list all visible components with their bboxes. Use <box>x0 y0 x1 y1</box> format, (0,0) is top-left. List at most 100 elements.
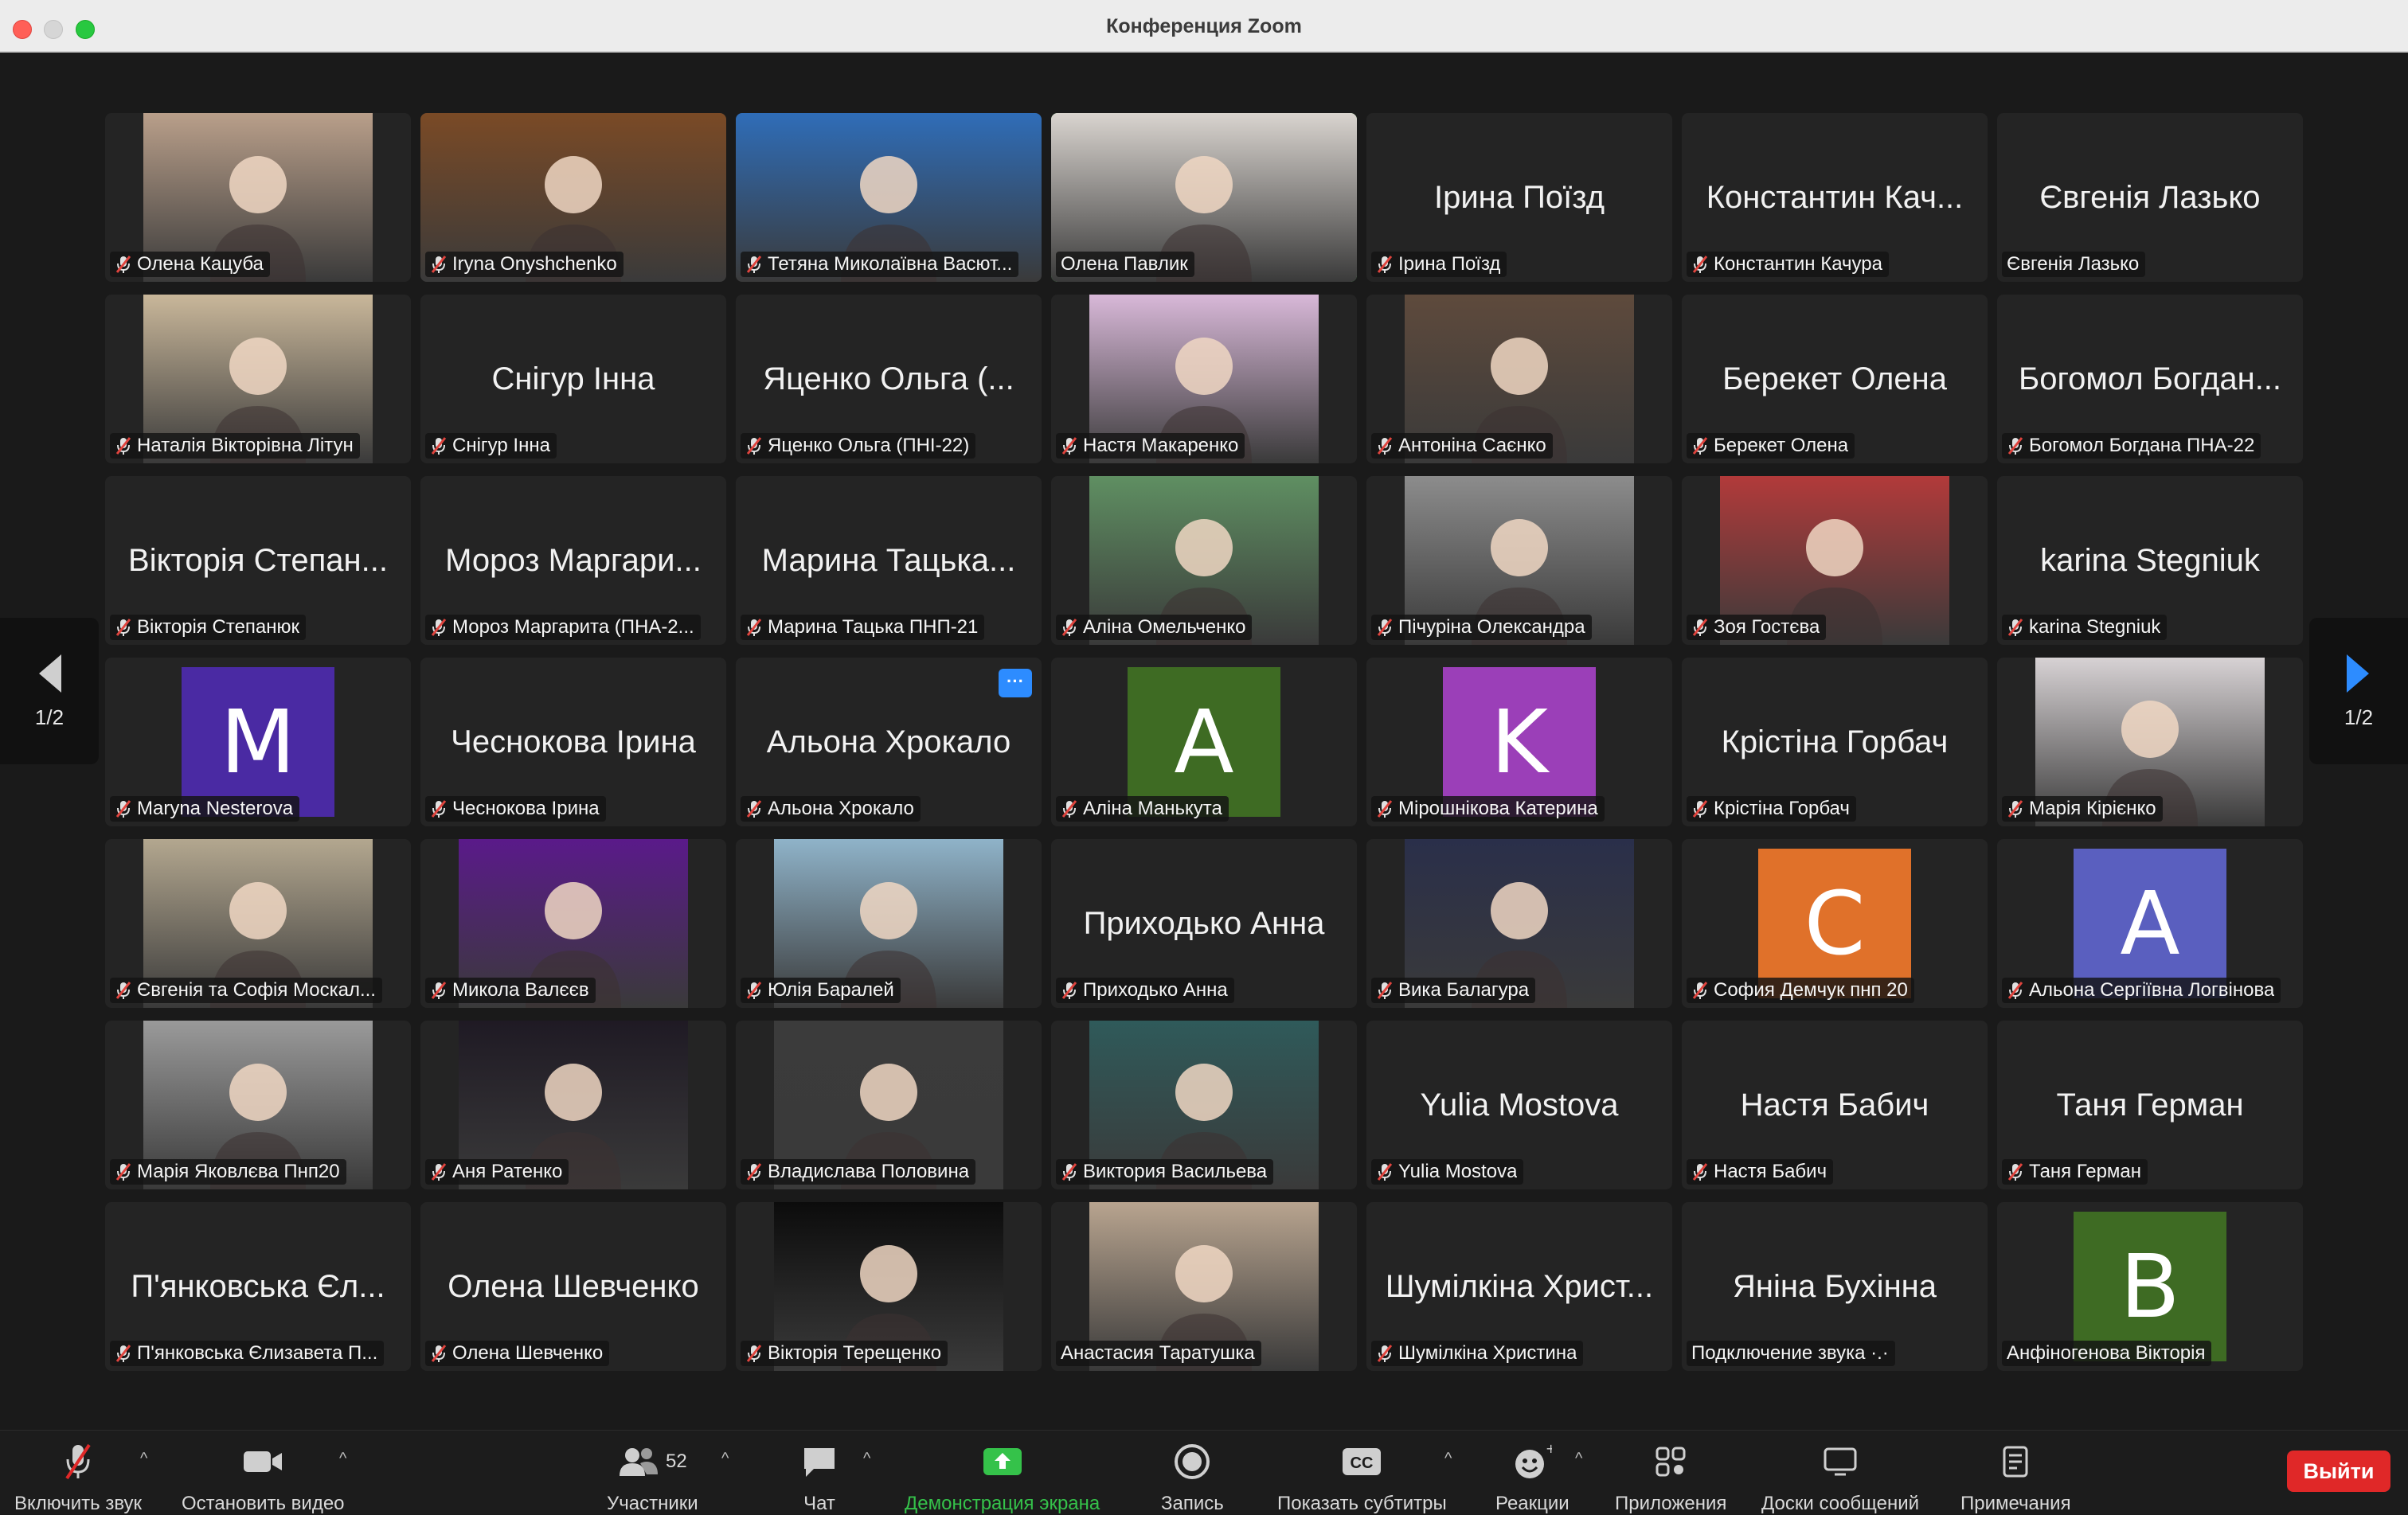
notes-icon <box>2003 1446 2028 1478</box>
microphone-muted-icon <box>1061 982 1077 999</box>
participant-name-text: Марія Яковлєва Пнп20 <box>137 1161 340 1182</box>
participant-tile[interactable]: Виктория Васильева <box>1051 1021 1357 1189</box>
participant-name-label: Юлія Баралей <box>741 978 901 1003</box>
apps-button[interactable]: Приложения <box>1615 1442 1726 1515</box>
participant-tile[interactable]: Олена Кацуба <box>105 113 411 282</box>
participant-tile[interactable]: Аня Ратенко <box>420 1021 726 1189</box>
chat-button[interactable]: Чат <box>801 1442 838 1515</box>
page-indicator-left: 1/2 <box>34 705 64 729</box>
participant-tile[interactable]: Шумілкіна Христ... Шумілкіна Христина <box>1366 1202 1672 1371</box>
participant-tile[interactable]: Владислава Половина <box>736 1021 1042 1189</box>
participant-tile[interactable]: M Maryna Nesterova <box>105 658 411 826</box>
reactions-button[interactable]: + Реакции <box>1495 1442 1570 1515</box>
captions-options-caret-icon[interactable]: ^ <box>1444 1450 1452 1468</box>
participant-tile[interactable]: Вікторія Степан... Вікторія Степанюк <box>105 476 411 645</box>
participant-tile[interactable]: Наталія Вікторівна Літун <box>105 295 411 463</box>
participant-tile[interactable]: Снігур Інна Снігур Інна <box>420 295 726 463</box>
participant-tile[interactable]: K Мірошнікова Катерина <box>1366 658 1672 826</box>
leave-meeting-button[interactable]: Выйти <box>2287 1451 2390 1492</box>
participant-tile[interactable]: Микола Валєєв <box>420 839 726 1008</box>
share-screen-button[interactable]: Демонстрация экрана <box>905 1442 1100 1515</box>
participant-tile[interactable]: Богомол Богдан... Богомол Богдана ПНА-22 <box>1997 295 2303 463</box>
participant-tile[interactable]: Пічуріна Олександра <box>1366 476 1672 645</box>
more-options-button[interactable]: ··· <box>999 669 1032 697</box>
whiteboards-button[interactable]: Доски сообщений <box>1761 1442 1919 1515</box>
participant-tile[interactable]: Ірина Поїзд Ірина Поїзд <box>1366 113 1672 282</box>
participant-tile[interactable]: Константин Кач... Константин Качура <box>1682 113 1988 282</box>
chat-options-caret-icon[interactable]: ^ <box>863 1450 870 1468</box>
microphone-muted-icon <box>431 800 447 818</box>
participant-name-text: Анастасия Таратушка <box>1061 1342 1255 1364</box>
participant-tile[interactable]: Анастасия Таратушка <box>1051 1202 1357 1371</box>
whiteboard-icon <box>1824 1447 1857 1476</box>
participant-tile[interactable]: Олена Павлик <box>1051 113 1357 282</box>
participant-tile[interactable]: Євгенія та Софія Москал... <box>105 839 411 1008</box>
participant-tile[interactable]: Настя Макаренко <box>1051 295 1357 463</box>
participants-options-caret-icon[interactable]: ^ <box>721 1450 729 1468</box>
participant-tile[interactable]: A Альона Сергіївна Логвінова <box>1997 839 2303 1008</box>
participant-name-label: Подключение звука ·.· <box>1687 1341 1895 1366</box>
participant-tile[interactable]: A Аліна Манькута <box>1051 658 1357 826</box>
participant-tile[interactable]: Юлія Баралей <box>736 839 1042 1008</box>
audio-options-caret-icon[interactable]: ^ <box>140 1450 147 1468</box>
participant-tile[interactable]: Берекет Олена Берекет Олена <box>1682 295 1988 463</box>
participant-tile[interactable]: Тетяна Миколаївна Васют... <box>736 113 1042 282</box>
participant-tile[interactable]: Мороз Маргари... Мороз Маргарита (ПНА-2..… <box>420 476 726 645</box>
participant-tile[interactable]: П'янковська Єл... П'янковська Єлизавета П… <box>105 1202 411 1371</box>
show-captions-button[interactable]: CC Показать субтитры <box>1277 1442 1447 1515</box>
participant-tile[interactable]: Крістіна Горбач Крістіна Горбач <box>1682 658 1988 826</box>
participant-name-text: П'янковська Єлизавета П... <box>137 1342 378 1364</box>
participant-tile[interactable]: Вика Балагура <box>1366 839 1672 1008</box>
unmute-button[interactable]: Включить звук <box>14 1442 142 1515</box>
participant-name-text: Настя Макаренко <box>1083 435 1239 456</box>
participant-tile[interactable]: Чеснокова Ірина Чеснокова Ірина <box>420 658 726 826</box>
participant-name-text: Владислава Половина <box>768 1161 970 1182</box>
participant-tile[interactable]: Аліна Омельченко <box>1051 476 1357 645</box>
participant-tile[interactable]: Марина Тацька... Марина Тацька ПНП-21 <box>736 476 1042 645</box>
participant-tile[interactable]: Вікторія Терещенко <box>736 1202 1042 1371</box>
participant-name-text: Вікторія Терещенко <box>768 1342 942 1364</box>
participant-name-label: Богомол Богдана ПНА-22 <box>2002 433 2261 459</box>
participant-tile[interactable]: Євгенія Лазько Євгенія Лазько <box>1997 113 2303 282</box>
participant-tile[interactable]: karina Stegniuk karina Stegniuk <box>1997 476 2303 645</box>
participants-button[interactable]: 52 Участники <box>607 1442 698 1515</box>
participant-tile[interactable]: Альона Хрокало ··· Альона Хрокало <box>736 658 1042 826</box>
participant-tile[interactable]: Яценко Ольга (... Яценко Ольга (ПНІ-22) <box>736 295 1042 463</box>
participant-tile[interactable]: Yulia Mostova Yulia Mostova <box>1366 1021 1672 1189</box>
participant-name-text: Зоя Гостєва <box>1714 616 1820 638</box>
participant-tile[interactable]: B Анфіногенова Вікторія <box>1997 1202 2303 1371</box>
video-options-caret-icon[interactable]: ^ <box>339 1450 346 1468</box>
participant-name-label: Вікторія Степанюк <box>110 615 307 640</box>
participant-tile[interactable]: Марія Кірієнко <box>1997 658 2303 826</box>
participant-name-label: Олена Шевченко <box>425 1341 610 1366</box>
next-page-button[interactable]: 1/2 <box>2309 618 2408 764</box>
participant-tile[interactable]: Таня Герман Таня Герман <box>1997 1021 2303 1189</box>
participant-name-text: Виктория Васильева <box>1083 1161 1268 1182</box>
participant-tile[interactable]: Марія Яковлєва Пнп20 <box>105 1021 411 1189</box>
participant-tile[interactable]: Яніна Бухінна Подключение звука ·.· <box>1682 1202 1988 1371</box>
participant-name-label: Настя Бабич <box>1687 1159 1834 1185</box>
participant-tile[interactable]: Iryna Onyshchenko <box>420 113 726 282</box>
microphone-muted-icon <box>115 1163 131 1181</box>
microphone-muted-icon <box>746 1345 762 1362</box>
participant-name-label: Яценко Ольга (ПНІ-22) <box>741 433 976 459</box>
participant-name-label: София Демчук пнп 20 <box>1687 978 1914 1003</box>
participant-tile[interactable]: Настя Бабич Настя Бабич <box>1682 1021 1988 1189</box>
participant-name-label: karina Stegniuk <box>2002 615 2168 640</box>
participant-avatar: C <box>1758 849 1911 998</box>
participant-tile[interactable]: Антоніна Саєнко <box>1366 295 1672 463</box>
microphone-muted-icon <box>746 437 762 455</box>
participant-name-text: Аліна Омельченко <box>1083 616 1246 638</box>
notes-button[interactable]: Примечания <box>1960 1442 2071 1515</box>
participant-tile[interactable]: Приходько Анна Приходько Анна <box>1051 839 1357 1008</box>
stop-video-button[interactable]: Остановить видео <box>182 1442 345 1515</box>
record-button[interactable]: Запись <box>1161 1442 1224 1515</box>
participant-tile[interactable]: Зоя Гостєва <box>1682 476 1988 645</box>
participant-tile[interactable]: Олена Шевченко Олена Шевченко <box>420 1202 726 1371</box>
page-indicator-right: 1/2 <box>2344 705 2374 729</box>
reactions-options-caret-icon[interactable]: ^ <box>1575 1450 1582 1468</box>
participant-tile[interactable]: C София Демчук пнп 20 <box>1682 839 1988 1008</box>
zoom-window: Конференция Zoom Олена Кацуба Iryna Onysh… <box>0 0 2408 1514</box>
participant-name-text: Чеснокова Ірина <box>452 798 600 819</box>
previous-page-button[interactable]: 1/2 <box>0 618 99 764</box>
